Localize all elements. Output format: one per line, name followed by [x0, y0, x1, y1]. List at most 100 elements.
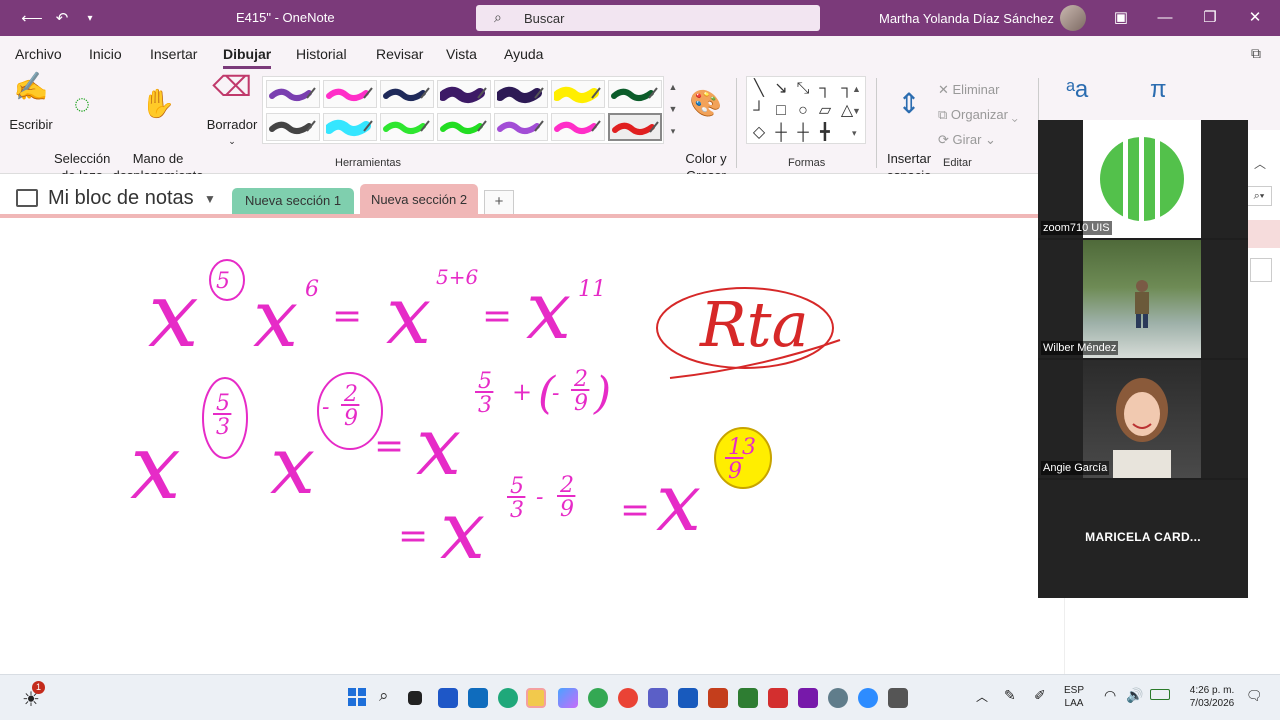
- line-shape-icon[interactable]: ╲: [749, 79, 769, 99]
- menu-archivo[interactable]: Archivo: [15, 46, 62, 62]
- menu-dibujar[interactable]: Dibujar: [223, 46, 272, 69]
- word-icon[interactable]: [678, 688, 698, 708]
- notebook-title[interactable]: Mi bloc de notas: [48, 187, 194, 210]
- quick-access-dropdown-icon[interactable]: ▾: [80, 8, 100, 28]
- wifi-icon[interactable]: ◠: [1104, 687, 1116, 704]
- pen-swatch[interactable]: [323, 80, 377, 108]
- volume-icon[interactable]: 🔊: [1126, 687, 1143, 704]
- pen-swatch[interactable]: [551, 80, 605, 108]
- pen-swatch[interactable]: [437, 113, 491, 141]
- arrange-button[interactable]: ⧉ Organizar ⌄: [938, 107, 1018, 123]
- user-name[interactable]: Martha Yolanda Díaz Sánchez: [879, 11, 1054, 26]
- diamond-shape-icon[interactable]: ◇: [749, 123, 769, 143]
- pen-swatch[interactable]: [494, 113, 548, 141]
- arrow-shape-icon[interactable]: ↘: [771, 79, 791, 99]
- pen-swatch[interactable]: [266, 113, 320, 141]
- pen-gallery-scroll[interactable]: ▲ ▼ ▾: [666, 76, 680, 144]
- ink-to-text-icon[interactable]: ᵃa: [1066, 76, 1088, 104]
- double-arrow-shape-icon[interactable]: ⤡: [793, 79, 813, 99]
- participant-tile[interactable]: Wilber Méndez: [1038, 240, 1248, 358]
- parallelogram-shape-icon[interactable]: ▱: [815, 101, 835, 121]
- color-thickness-button[interactable]: 🎨 Color y Grosor: [682, 78, 730, 184]
- ink-to-math-icon[interactable]: π: [1150, 76, 1167, 104]
- minimize-icon[interactable]: —: [1154, 7, 1176, 29]
- chevron-up-icon[interactable]: ▲: [666, 76, 680, 98]
- start-icon[interactable]: [348, 688, 366, 706]
- powerpoint-icon[interactable]: [708, 688, 728, 708]
- battery-icon[interactable]: [1150, 689, 1170, 700]
- pen-swatch[interactable]: [494, 80, 548, 108]
- eraser-button[interactable]: ⌫ Borrador ⌄: [204, 73, 260, 150]
- task-view-icon[interactable]: [408, 691, 422, 705]
- chevron-down-icon[interactable]: ▼: [204, 192, 216, 206]
- pen-tray-icon[interactable]: ✎: [1004, 687, 1016, 704]
- lasso-select-button[interactable]: ◌ Selección de lazo: [54, 78, 110, 184]
- menu-historial[interactable]: Historial: [296, 46, 347, 62]
- pen-app-icon[interactable]: [438, 688, 458, 708]
- share-icon[interactable]: ⧉: [1251, 45, 1261, 62]
- close-icon[interactable]: ✕: [1244, 7, 1266, 29]
- pen-swatch[interactable]: [380, 80, 434, 108]
- page-search-box[interactable]: [1250, 258, 1272, 282]
- edge-icon[interactable]: [498, 688, 518, 708]
- menu-vista[interactable]: Vista: [446, 46, 477, 62]
- settings-icon[interactable]: [828, 688, 848, 708]
- menu-inicio[interactable]: Inicio: [89, 46, 122, 62]
- pen-swatch[interactable]: [323, 113, 377, 141]
- avatar[interactable]: [1060, 5, 1086, 31]
- delete-button[interactable]: ✕ Eliminar: [938, 82, 999, 98]
- menu-revisar[interactable]: Revisar: [376, 46, 423, 62]
- clock[interactable]: 4:26 p. m. 7/03/2026: [1182, 684, 1242, 710]
- shapes-scroll[interactable]: ▲ ▼ ▾: [852, 78, 861, 144]
- outlook-icon[interactable]: [468, 688, 488, 708]
- more-icon[interactable]: ▾: [666, 120, 680, 142]
- corner-shape-icon[interactable]: ┘: [749, 101, 769, 121]
- calculator-icon[interactable]: [888, 688, 908, 708]
- participant-tile[interactable]: Angie García: [1038, 360, 1248, 478]
- participant-tile[interactable]: zoom710 UIS: [1038, 120, 1248, 238]
- pan-hand-button[interactable]: ✋ Mano de desplazamiento: [110, 78, 206, 184]
- rectangle-shape-icon[interactable]: □: [771, 101, 791, 121]
- axes2-shape-icon[interactable]: ┼: [793, 123, 813, 143]
- axes-shape-icon[interactable]: ┼: [771, 123, 791, 143]
- onenote-icon[interactable]: [798, 688, 818, 708]
- pen-swatch[interactable]: [380, 113, 434, 141]
- menu-ayuda[interactable]: Ayuda: [504, 46, 543, 62]
- rotate-button[interactable]: ⟳ Girar ⌄: [938, 132, 996, 148]
- add-section-button[interactable]: +: [484, 190, 514, 214]
- tab-section-1[interactable]: Nueva sección 1: [232, 188, 354, 214]
- insert-space-button[interactable]: ⇕ Insertar espacio: [882, 78, 936, 184]
- chrome-profile-icon[interactable]: [618, 688, 638, 708]
- chevron-down-icon[interactable]: ▼: [666, 98, 680, 120]
- immersive-reader-icon[interactable]: ▣: [1110, 7, 1132, 29]
- search-pages-icon[interactable]: ⌕▾: [1246, 186, 1272, 206]
- axes3d-shape-icon[interactable]: ╋: [815, 123, 835, 143]
- ellipse-shape-icon[interactable]: ○: [793, 101, 813, 121]
- snipping-icon[interactable]: [738, 688, 758, 708]
- file-explorer-icon[interactable]: [526, 688, 546, 708]
- axis-shape-icon[interactable]: ┐: [815, 79, 835, 99]
- chrome-icon[interactable]: [588, 688, 608, 708]
- pen-swatch[interactable]: [266, 80, 320, 108]
- notification-icon[interactable]: 🗨: [1246, 688, 1263, 704]
- collapse-ribbon-icon[interactable]: ︿: [1254, 155, 1266, 172]
- undo-icon[interactable]: ↶: [52, 8, 72, 28]
- acrobat-icon[interactable]: [768, 688, 788, 708]
- zoom-icon[interactable]: [858, 688, 878, 708]
- pen-swatch[interactable]: [608, 80, 662, 108]
- pen-swatch[interactable]: [551, 113, 605, 141]
- language-indicator[interactable]: ESP LAA: [1064, 684, 1084, 710]
- chevron-up-icon[interactable]: ︿: [976, 688, 988, 705]
- note-canvas[interactable]: x 5 x 6 = x 5+6 = x 11 x 5 3 x -2 9 = x 5 3 +(-2 9) = x 5 3-2 9 = x 1…: [0, 218, 1064, 674]
- tab-section-2[interactable]: Nueva sección 2: [360, 184, 478, 216]
- restore-icon[interactable]: ❐: [1199, 7, 1221, 29]
- copilot-icon[interactable]: [558, 688, 578, 708]
- teams-icon[interactable]: [648, 688, 668, 708]
- write-button[interactable]: ✍ Escribir: [8, 73, 54, 133]
- pen-swatch[interactable]: [437, 80, 491, 108]
- search-icon[interactable]: ⌕: [379, 686, 389, 706]
- back-icon[interactable]: ⟵: [21, 8, 43, 28]
- pen-swatch[interactable]: [608, 113, 662, 141]
- search-box[interactable]: ⌕ Buscar: [476, 5, 820, 31]
- menu-insertar[interactable]: Insertar: [150, 46, 197, 62]
